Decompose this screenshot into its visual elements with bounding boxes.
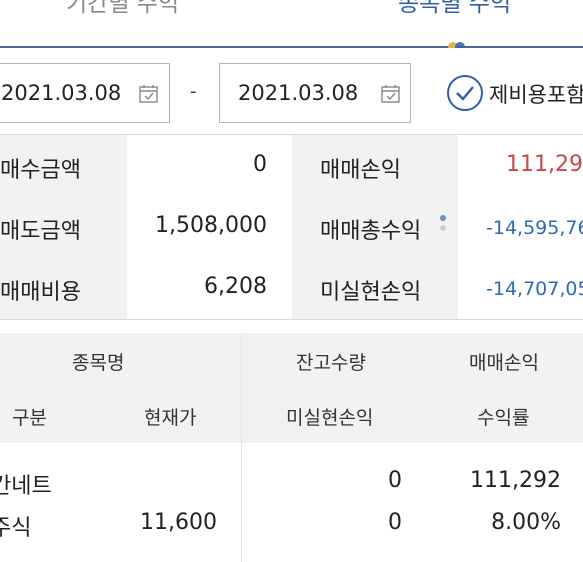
- header-trade-pl: 매매손익: [469, 352, 539, 374]
- buy-amount-label: 매수금액: [0, 158, 81, 183]
- table-row[interactable]: 칸네트 주식 11,600 0 0 111,292 8.00%: [0, 443, 583, 562]
- row-trade-pl: 111,292: [470, 468, 561, 493]
- date-from-value: 2021.03.08: [1, 81, 122, 105]
- summary-panel: 매수금액 0 매도금액 1,508,000 매매비용 6,208 매매손익 11…: [0, 135, 583, 320]
- row-return-rate: 8.00%: [491, 510, 561, 535]
- include-fee-label[interactable]: 제비용포함: [489, 79, 583, 109]
- header-balance-qty: 잔고수량: [296, 352, 366, 374]
- calendar-icon[interactable]: [381, 84, 400, 103]
- include-fee-checkbox[interactable]: [447, 75, 483, 111]
- info-dots-icon[interactable]: [440, 215, 446, 237]
- row-stock-name: 칸네트: [0, 474, 52, 499]
- trade-pl-label: 매매손익: [320, 158, 401, 183]
- table-header: 종목명 구분 현재가 잔고수량 미실현손익 매매손익 수익률: [0, 333, 583, 443]
- check-icon: [456, 86, 474, 101]
- unrealized-label: 미실현손익: [320, 280, 422, 305]
- date-filter: 2021.03.08 - 2021.03.08 제비용포함: [0, 48, 583, 135]
- row-type: 주식: [0, 516, 32, 541]
- tab-bar: 기간별 수익 종목별 수익: [0, 0, 583, 52]
- table-body: 칸네트 주식 11,600 0 0 111,292 8.00%: [0, 443, 583, 562]
- fee-value: 6,208: [204, 274, 267, 299]
- sell-amount-label: 매도금액: [0, 219, 81, 244]
- column-divider: [241, 333, 242, 443]
- row-unrealized: 0: [388, 510, 402, 535]
- calendar-icon[interactable]: [139, 84, 158, 103]
- buy-amount-value: 0: [253, 152, 267, 177]
- unrealized-value: -14,707,05: [486, 278, 583, 300]
- header-unrealized: 미실현손익: [286, 407, 374, 429]
- date-to-field[interactable]: 2021.03.08: [219, 63, 411, 123]
- fee-label: 매매비용: [0, 280, 81, 305]
- header-type: 구분: [12, 407, 47, 429]
- trade-pl-value: 111,29: [506, 152, 583, 177]
- date-to-value: 2021.03.08: [238, 81, 359, 105]
- date-from-field[interactable]: 2021.03.08: [0, 63, 170, 123]
- tab-period-return[interactable]: 기간별 수익: [66, 0, 179, 19]
- date-separator: -: [190, 81, 197, 102]
- total-return-value: -14,595,76: [486, 217, 583, 239]
- header-current-price: 현재가: [144, 407, 197, 429]
- tab-stock-return[interactable]: 종목별 수익: [398, 0, 511, 19]
- total-return-label: 매매총수익: [320, 219, 422, 244]
- row-current-price: 11,600: [140, 510, 217, 535]
- sell-amount-value: 1,508,000: [155, 213, 267, 238]
- row-balance-qty: 0: [388, 468, 402, 493]
- header-return-rate: 수익률: [477, 407, 530, 429]
- header-stock-name: 종목명: [72, 352, 125, 374]
